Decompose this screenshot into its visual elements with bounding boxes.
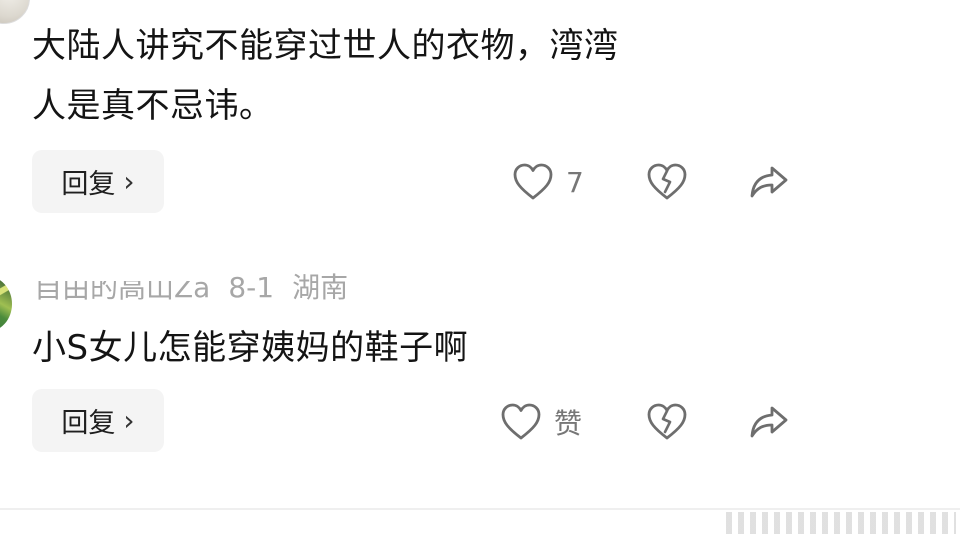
reply-button[interactable]: 回复 › [32, 389, 164, 452]
comment-date: 8-1 [228, 271, 275, 304]
like-button[interactable]: 7 [512, 162, 584, 202]
reply-label: 回复 [61, 408, 116, 439]
heart-outline-icon [500, 402, 542, 442]
divider [0, 508, 960, 510]
chevron-right-icon: › [123, 165, 135, 198]
watermark [726, 512, 956, 534]
dislike-button[interactable] [646, 162, 688, 202]
comment-text: 小S女儿怎能穿姨妈的鞋子啊 [32, 328, 469, 368]
comment-text-line: 人是真不忌讳。 [32, 86, 274, 126]
share-arrow-icon [748, 162, 790, 202]
share-button[interactable] [748, 402, 790, 442]
like-button[interactable]: 赞 [500, 402, 582, 442]
comment-location: 湖南 [292, 271, 349, 304]
broken-heart-icon [646, 162, 688, 202]
broken-heart-icon [646, 402, 688, 442]
comment-meta: 自由的高山Za 8-1 湖南 [34, 268, 366, 308]
dislike-button[interactable] [646, 402, 688, 442]
comment-text-line: 大陆人讲究不能穿过世人的衣物，湾湾 [32, 26, 619, 66]
comment-text: 大陆人讲究不能穿过世人的衣物，湾湾 人是真不忌讳。 [32, 16, 792, 136]
share-arrow-icon [748, 402, 790, 442]
avatar[interactable] [0, 276, 12, 332]
reply-label: 回复 [61, 169, 116, 200]
chevron-right-icon: › [123, 404, 135, 437]
avatar[interactable] [0, 0, 30, 24]
like-count: 7 [566, 165, 584, 199]
username-stub: ▀▀ ▀▀▀ ▀ ▀▀▀▀▀▀ ▀▀ [36, 0, 336, 6]
like-label: 赞 [554, 407, 583, 440]
heart-outline-icon [512, 162, 554, 202]
share-button[interactable] [748, 162, 790, 202]
reply-button[interactable]: 回复 › [32, 150, 164, 213]
username[interactable]: 自由的高山Za [34, 281, 210, 304]
